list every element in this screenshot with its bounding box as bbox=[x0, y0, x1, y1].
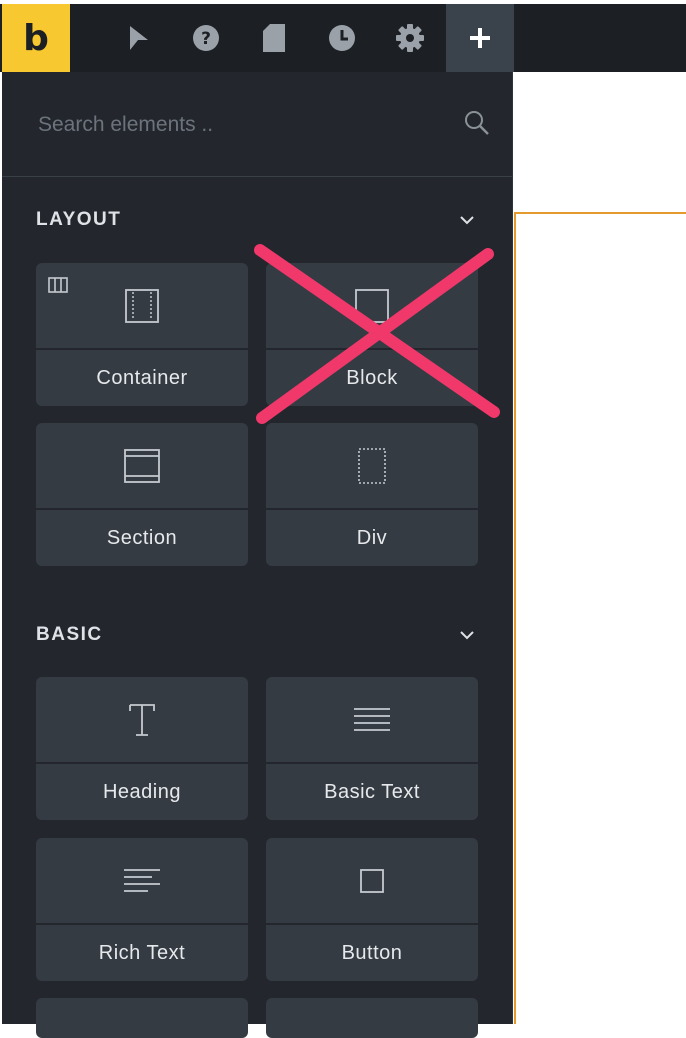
help-icon: ? bbox=[193, 25, 219, 51]
search-bar bbox=[2, 72, 512, 177]
canvas-selection-outline-top bbox=[514, 212, 686, 214]
chevron-down-icon[interactable] bbox=[458, 214, 476, 226]
element-label: Container bbox=[96, 367, 188, 389]
element-basic-text[interactable]: Basic Text bbox=[266, 677, 478, 820]
select-mode-button[interactable] bbox=[104, 4, 172, 72]
element-label: Div bbox=[356, 527, 388, 549]
pages-button[interactable] bbox=[240, 4, 308, 72]
element-label: Heading bbox=[102, 781, 181, 803]
element-heading[interactable]: Heading bbox=[36, 677, 248, 820]
help-button[interactable]: ? bbox=[172, 4, 240, 72]
element-label: Rich Text bbox=[98, 942, 186, 964]
element-label: Block bbox=[346, 367, 398, 389]
chevron-down-icon[interactable] bbox=[458, 629, 476, 641]
logo-letter: b bbox=[23, 17, 49, 59]
element-button[interactable]: Button bbox=[266, 838, 478, 981]
add-icon bbox=[470, 28, 490, 48]
element-rich-text[interactable]: Rich Text bbox=[36, 838, 248, 981]
element-card-partial[interactable] bbox=[36, 998, 248, 1038]
top-toolbar: b ? bbox=[0, 0, 686, 72]
heading-icon bbox=[129, 703, 155, 736]
settings-button[interactable] bbox=[376, 4, 444, 72]
element-label: Section bbox=[106, 527, 178, 549]
container-icon bbox=[125, 288, 159, 323]
page-icon bbox=[263, 24, 285, 52]
element-section[interactable]: Section bbox=[36, 423, 248, 566]
layout-section-title[interactable]: LAYOUT bbox=[36, 209, 121, 231]
cursor-icon bbox=[130, 26, 148, 50]
svg-text:?: ? bbox=[201, 29, 211, 49]
logo[interactable]: b bbox=[2, 4, 70, 72]
element-container[interactable]: Container bbox=[36, 263, 248, 406]
elements-panel: LAYOUT Container Block Section Div BASIC bbox=[2, 72, 513, 1038]
text-lines-icon bbox=[354, 707, 390, 731]
element-card-partial[interactable] bbox=[266, 998, 478, 1038]
element-label: Button bbox=[341, 942, 403, 964]
history-button[interactable] bbox=[308, 4, 376, 72]
section-icon bbox=[124, 448, 160, 483]
search-input[interactable] bbox=[36, 106, 440, 144]
element-block[interactable]: Block bbox=[266, 263, 478, 406]
div-icon bbox=[358, 447, 386, 484]
canvas-selection-outline-left bbox=[514, 212, 516, 1024]
element-label: Basic Text bbox=[324, 781, 420, 803]
basic-section-title[interactable]: BASIC bbox=[36, 624, 103, 646]
element-div[interactable]: Div bbox=[266, 423, 478, 566]
gear-icon bbox=[396, 24, 424, 52]
block-icon bbox=[355, 288, 389, 323]
search-icon[interactable] bbox=[464, 110, 490, 136]
history-icon bbox=[329, 25, 355, 51]
button-square-icon bbox=[360, 868, 384, 893]
add-element-button[interactable] bbox=[446, 4, 514, 72]
rich-text-icon bbox=[124, 868, 160, 892]
